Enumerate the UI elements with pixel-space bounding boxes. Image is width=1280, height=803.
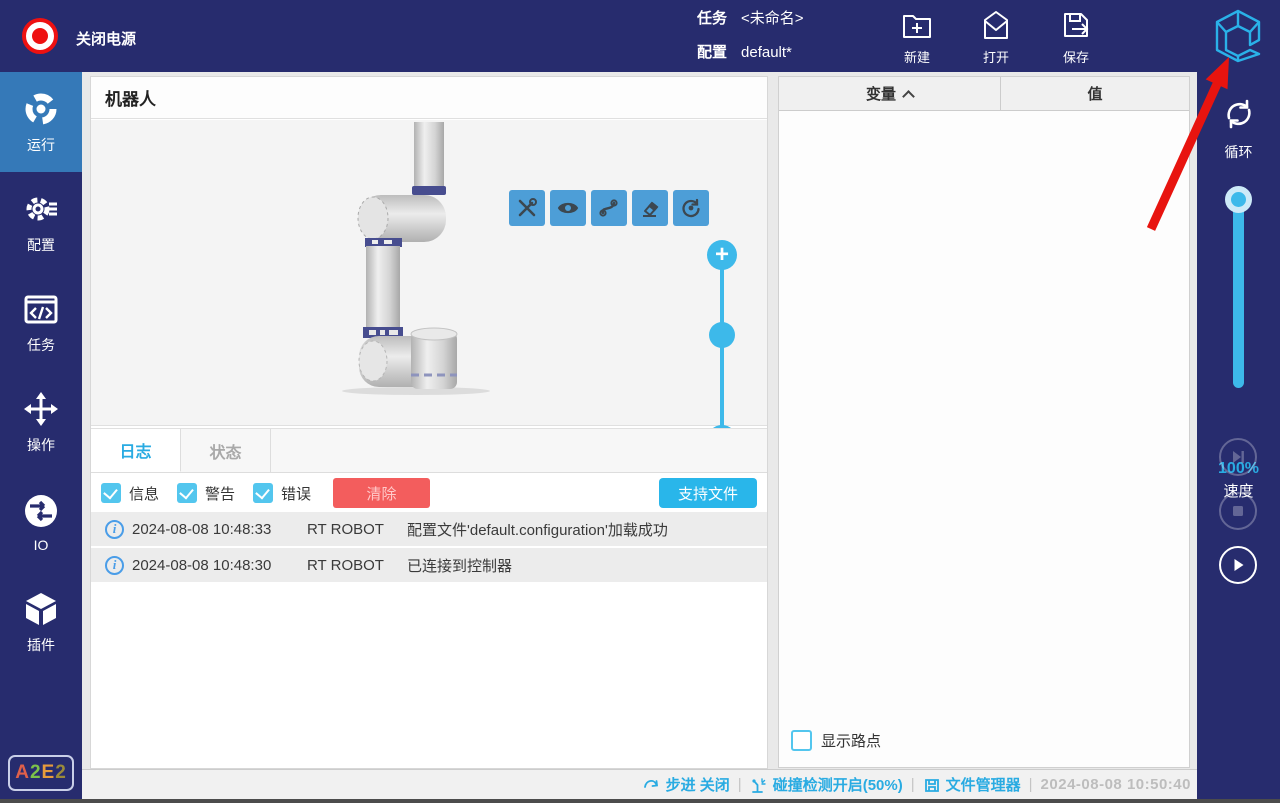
- sidebar-item-plugin[interactable]: 插件: [0, 572, 82, 672]
- log-row: i 2024-08-08 10:48:33 RT ROBOT 配置文件'defa…: [91, 512, 767, 546]
- step-mode-status[interactable]: 步进 关闭: [643, 774, 730, 795]
- show-waypoints-label: 显示路点: [821, 730, 881, 751]
- speed-slider-handle[interactable]: [1225, 186, 1252, 213]
- filter-info-checkbox[interactable]: [101, 483, 121, 503]
- view-toolbar: [509, 190, 709, 226]
- info-icon: i: [105, 556, 124, 575]
- task-config-info: 任务 <未命名> 配置 default*: [697, 10, 804, 78]
- device-badge[interactable]: A 2 E 2: [8, 755, 74, 791]
- left-sidebar: 运行 配置 任务 操作: [0, 72, 82, 799]
- file-manager-button[interactable]: 文件管理器: [923, 774, 1021, 795]
- clear-log-button[interactable]: 清除: [333, 478, 430, 508]
- value-column-header[interactable]: 值: [1001, 77, 1189, 110]
- collision-icon: [750, 776, 768, 794]
- separator: |: [738, 776, 742, 793]
- gear-icon: [22, 190, 60, 228]
- config-label: 配置: [697, 44, 727, 61]
- run-icon: [22, 90, 60, 128]
- tools-button[interactable]: [509, 190, 545, 226]
- info-icon: i: [105, 520, 124, 539]
- loop-button[interactable]: 循环: [1197, 94, 1280, 162]
- support-files-button[interactable]: 支持文件: [659, 478, 757, 508]
- skip-next-icon: [1228, 447, 1248, 467]
- open-file-icon: [979, 8, 1013, 42]
- robot-panel-title: 机器人: [91, 77, 767, 119]
- filter-warning-label: 警告: [205, 483, 235, 504]
- task-label: 任务: [697, 10, 727, 27]
- eraser-button[interactable]: [632, 190, 668, 226]
- stop-button[interactable]: [1219, 492, 1257, 530]
- robot-logo-icon: [1212, 8, 1264, 64]
- variables-header: 变量 值: [779, 77, 1189, 111]
- sidebar-item-config[interactable]: 配置: [0, 172, 82, 272]
- rotate-icon: [680, 197, 702, 219]
- log-tabstrip: 日志 状态: [91, 428, 767, 473]
- top-bar: 关闭电源 任务 <未命名> 配置 default* 新建 打开: [0, 0, 1280, 72]
- eraser-icon: [639, 197, 661, 219]
- log-list: i 2024-08-08 10:48:33 RT ROBOT 配置文件'defa…: [91, 512, 767, 584]
- config-value: default*: [741, 44, 792, 61]
- sort-ascending-icon: [902, 90, 915, 103]
- separator: |: [1029, 776, 1033, 793]
- collision-detection-status[interactable]: 碰撞检测开启(50%): [750, 774, 903, 795]
- new-task-button[interactable]: 新建: [882, 8, 952, 66]
- robot-arm-image: [331, 122, 491, 402]
- loop-icon: [1219, 94, 1259, 134]
- zoom-control: + −: [707, 240, 737, 455]
- window-bottom-edge: [0, 799, 1280, 803]
- tools-icon: [516, 197, 538, 219]
- variables-panel: 变量 值 显示路点: [778, 76, 1190, 768]
- trajectory-button[interactable]: [591, 190, 627, 226]
- filter-warning-checkbox[interactable]: [177, 483, 197, 503]
- file-manager-icon: [923, 776, 941, 794]
- move-arrows-icon: [22, 390, 60, 428]
- open-task-button[interactable]: 打开: [961, 8, 1031, 66]
- cube-icon: [22, 590, 60, 628]
- zoom-slider-handle[interactable]: [709, 322, 735, 348]
- visibility-button[interactable]: [550, 190, 586, 226]
- sidebar-item-run[interactable]: 运行: [0, 72, 82, 172]
- io-icon: [22, 492, 60, 530]
- tab-status[interactable]: 状态: [181, 429, 271, 472]
- eye-icon: [557, 197, 579, 219]
- robot-3d-view[interactable]: + −: [91, 120, 767, 426]
- path-icon: [598, 197, 620, 219]
- filter-info-label: 信息: [129, 483, 159, 504]
- save-icon: [1059, 8, 1093, 42]
- power-icon: [32, 28, 48, 44]
- power-label: 关闭电源: [76, 28, 136, 49]
- filter-error-checkbox[interactable]: [253, 483, 273, 503]
- power-button[interactable]: [22, 18, 58, 54]
- rotate-view-button[interactable]: [673, 190, 709, 226]
- right-sidebar: 循环 100% 速度: [1197, 72, 1280, 799]
- code-window-icon: [22, 290, 60, 328]
- step-icon: [643, 776, 661, 794]
- play-button[interactable]: [1219, 546, 1257, 584]
- separator: |: [911, 776, 915, 793]
- tab-log[interactable]: 日志: [91, 429, 181, 472]
- stop-icon: [1228, 501, 1248, 521]
- log-filterbar: 信息 警告 错误 清除 支持文件: [91, 474, 767, 512]
- system-time: 2024-08-08 10:50:40: [1041, 776, 1191, 793]
- variables-column-header[interactable]: 变量: [779, 77, 1001, 110]
- status-bar: 步进 关闭 | 碰撞检测开启(50%) | 文件管理器 | 2024-08-08…: [82, 769, 1197, 799]
- log-row: i 2024-08-08 10:48:30 RT ROBOT 已连接到控制器: [91, 548, 767, 582]
- show-waypoints-row: 显示路点: [791, 730, 881, 751]
- robot-brand-button[interactable]: [1212, 8, 1264, 64]
- filter-error-label: 错误: [281, 483, 311, 504]
- task-value: <未命名>: [741, 10, 804, 27]
- sidebar-item-task[interactable]: 任务: [0, 272, 82, 372]
- app-window: 关闭电源 任务 <未命名> 配置 default* 新建 打开: [0, 0, 1280, 803]
- sidebar-item-io[interactable]: IO: [0, 472, 82, 572]
- skip-next-button[interactable]: [1219, 438, 1257, 476]
- show-waypoints-checkbox[interactable]: [791, 730, 812, 751]
- zoom-in-button[interactable]: +: [707, 240, 737, 270]
- new-folder-icon: [900, 8, 934, 42]
- sidebar-item-operate[interactable]: 操作: [0, 372, 82, 472]
- save-task-button[interactable]: 保存: [1041, 8, 1111, 66]
- play-icon: [1228, 555, 1248, 575]
- speed-slider[interactable]: [1233, 198, 1244, 388]
- robot-panel: 机器人: [90, 76, 768, 769]
